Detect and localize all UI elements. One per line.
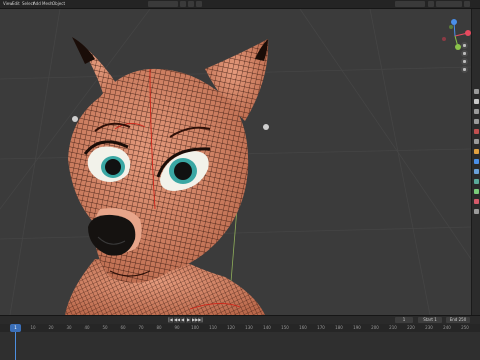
tick-label: 250	[461, 325, 469, 330]
material-icon[interactable]	[474, 209, 479, 214]
tick-label: 240	[443, 325, 451, 330]
data-icon[interactable]	[474, 199, 479, 204]
camera-icon[interactable]	[461, 58, 468, 65]
menu-object[interactable]: Object	[52, 0, 65, 8]
falloff-icon[interactable]	[196, 1, 202, 7]
tick-label: 80	[156, 325, 162, 330]
pivot-dropdown[interactable]: Global	[148, 1, 178, 17]
tick-label: 40	[84, 325, 90, 330]
xray-icon[interactable]	[428, 1, 434, 7]
next-key-icon[interactable]: ▶▶	[192, 317, 198, 323]
tick-label: 60	[120, 325, 126, 330]
tick-label: 110	[209, 325, 217, 330]
tick-label: 190	[353, 325, 361, 330]
tick-label: 130	[245, 325, 253, 330]
physics-icon[interactable]	[474, 179, 479, 184]
menu-add[interactable]: Add	[33, 0, 41, 8]
tick-label: 140	[263, 325, 271, 330]
render-icon[interactable]	[474, 99, 479, 104]
constraints-icon[interactable]	[474, 189, 479, 194]
tick-label: 220	[407, 325, 415, 330]
start-label: Start	[423, 317, 433, 322]
light-left-icon[interactable]	[72, 116, 78, 122]
start-frame-field[interactable]: Start 1	[418, 317, 442, 323]
tool-icon[interactable]	[474, 89, 479, 94]
modifier-icon[interactable]	[474, 159, 479, 164]
play-icon[interactable]: ▶	[186, 317, 191, 323]
tick-label: 90	[174, 325, 180, 330]
gizmo-z-icon[interactable]	[451, 19, 457, 25]
playhead-frame-badge[interactable]: 1	[10, 324, 21, 332]
object-icon[interactable]	[474, 149, 479, 154]
shading-modes[interactable]	[436, 1, 462, 7]
tick-label: 160	[299, 325, 307, 330]
zoom-icon[interactable]	[461, 42, 468, 49]
properties-tab-strip	[471, 9, 480, 315]
end-label: End	[449, 317, 458, 322]
timeline-header: |◀ ◀◀ ◀ ▶ ▶▶ ▶| 1 Start 1 End 250	[0, 315, 480, 324]
header-bar: View Edit Select Add Mesh Object Global	[0, 0, 480, 17]
light-right-icon[interactable]	[263, 124, 269, 130]
menu-edit[interactable]: Edit	[12, 0, 20, 8]
output-icon[interactable]	[474, 109, 479, 114]
play-reverse-icon[interactable]: ◀	[180, 317, 185, 323]
viewport-canvas	[0, 9, 471, 315]
jump-end-icon[interactable]: ▶|	[198, 317, 203, 323]
tick-label: 100	[191, 325, 199, 330]
tick-label: 50	[102, 325, 108, 330]
particles-icon[interactable]	[474, 169, 479, 174]
current-frame-field[interactable]: 1	[395, 317, 413, 323]
3d-viewport[interactable]	[0, 9, 471, 315]
tick-label: 120	[227, 325, 235, 330]
tick-label: 10	[30, 325, 36, 330]
scene-icon[interactable]	[474, 129, 479, 134]
tick-label: 170	[317, 325, 325, 330]
nose	[88, 214, 136, 256]
tick-label: 20	[48, 325, 54, 330]
tick-label: 180	[335, 325, 343, 330]
timeline-ruler[interactable]: 0 10 20 30 40 50 60 70 80 90 100 110 120…	[0, 324, 480, 332]
tick-label: 70	[138, 325, 144, 330]
snap-icon[interactable]	[180, 1, 186, 7]
tick-label: 210	[389, 325, 397, 330]
menu-mesh[interactable]: Mesh	[42, 0, 53, 8]
shading-options-icon[interactable]	[464, 1, 470, 7]
overlay-dropdown[interactable]	[395, 1, 425, 7]
end-value: 250	[458, 317, 467, 322]
view-layer-icon[interactable]	[474, 119, 479, 124]
tick-label: 200	[371, 325, 379, 330]
prev-key-icon[interactable]: ◀◀	[174, 317, 180, 323]
jump-start-icon[interactable]: |◀	[168, 317, 173, 323]
tick-label: 230	[425, 325, 433, 330]
tick-label: 30	[66, 325, 72, 330]
start-value: 1	[434, 317, 437, 322]
end-frame-field[interactable]: End 250	[446, 317, 470, 323]
perspective-grid-icon[interactable]	[461, 66, 468, 73]
pan-hand-icon[interactable]	[461, 50, 468, 57]
timeline-body[interactable]	[0, 332, 480, 360]
proportional-edit-icon[interactable]	[188, 1, 194, 7]
world-icon[interactable]	[474, 139, 479, 144]
tick-label: 150	[281, 325, 289, 330]
